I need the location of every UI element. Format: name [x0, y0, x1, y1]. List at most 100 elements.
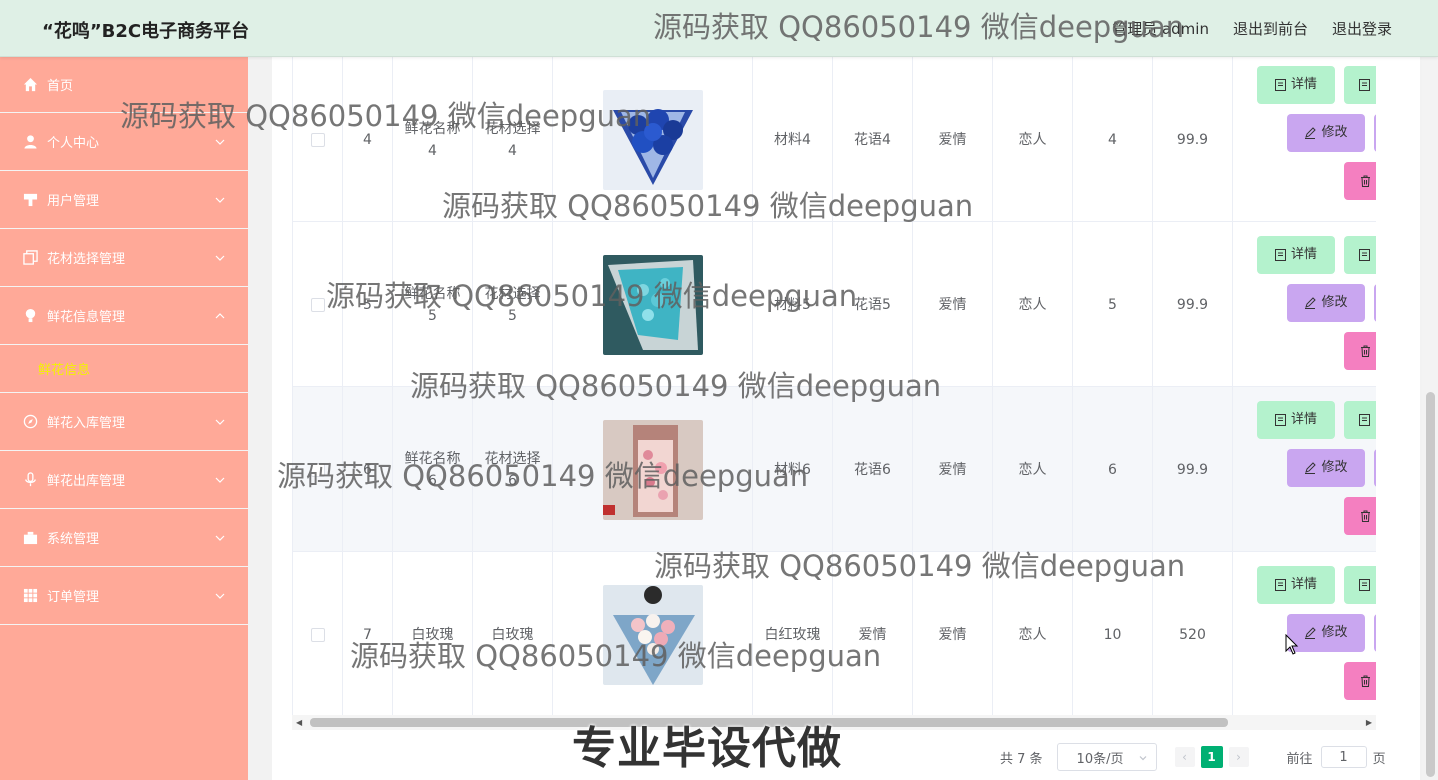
document-icon: [1274, 579, 1286, 591]
cell-id: 6: [343, 387, 393, 552]
cell-target: 恋人: [993, 387, 1073, 552]
delete-button[interactable]: [1344, 497, 1376, 535]
logout-link[interactable]: 退出登录: [1332, 18, 1392, 39]
cell-theme: 爱情: [913, 222, 993, 387]
cell-material: 材料5: [753, 222, 833, 387]
edit-button-2[interactable]: [1374, 284, 1376, 322]
chevron-up-icon: [215, 312, 225, 318]
cell-material-select: 花材选择 4: [473, 57, 553, 222]
delete-button[interactable]: [1344, 662, 1376, 700]
sidebar-item-stock-in-management[interactable]: 鲜花入库管理: [0, 393, 248, 451]
table-row: 7 白玫瑰 白玫瑰 白红玫瑰 爱情 爱情 恋人 10 520 详情 修改: [293, 552, 1376, 715]
page-scrollbar-thumb[interactable]: [1426, 392, 1435, 777]
detail-button-2[interactable]: [1344, 401, 1376, 439]
detail-button[interactable]: 详情: [1257, 66, 1335, 104]
sidebar-item-system-management[interactable]: 系统管理: [0, 509, 248, 567]
flower-table: 4 鲜花名称 4 花材选择 4 材料4 花语4 爱情 恋人 4 99.9 详情 …: [292, 57, 1376, 715]
pencil-icon: [1305, 127, 1317, 139]
compass-icon: [22, 414, 38, 430]
detail-button[interactable]: 详情: [1257, 566, 1335, 604]
page-number-active[interactable]: 1: [1200, 746, 1223, 768]
delete-button[interactable]: [1344, 162, 1376, 200]
chevron-down-icon: [215, 139, 225, 145]
edit-button-label: 修改: [1321, 460, 1348, 475]
chevron-down-icon: [215, 535, 225, 541]
next-page-button[interactable]: ›: [1228, 747, 1249, 767]
top-header: “花鸣”B2C电子商务平台 管理员 admin 退出到前台 退出登录: [0, 0, 1438, 57]
page-size-select[interactable]: 10条/页: [1056, 743, 1157, 771]
sidebar-item-label: 首页: [47, 79, 74, 94]
goto-label: 前往: [1286, 751, 1313, 767]
flower-image: [602, 584, 703, 685]
chevron-down-icon: [215, 255, 225, 261]
page-scrollbar[interactable]: [1422, 57, 1438, 780]
page-size-value: 10条/页: [1076, 751, 1124, 767]
chevron-down-icon: [215, 477, 225, 483]
exit-to-front-link[interactable]: 退出到前台: [1233, 18, 1308, 39]
scroll-left-icon[interactable]: ◀: [296, 718, 302, 727]
cell-flower-language: 爱情: [833, 552, 913, 715]
cell-material: 白红玫瑰: [753, 552, 833, 715]
detail-button-2[interactable]: [1344, 236, 1376, 274]
prev-page-button[interactable]: ‹: [1174, 747, 1195, 767]
scroll-right-icon[interactable]: ▶: [1366, 718, 1372, 727]
page-unit-label: 页: [1372, 751, 1386, 767]
sidebar-item-label: 用户管理: [47, 194, 100, 209]
detail-button-label: 详情: [1290, 247, 1317, 262]
cell-theme: 爱情: [913, 387, 993, 552]
header-actions: 管理员 admin 退出到前台 退出登录: [1112, 18, 1392, 39]
cell-flower-language: 花语4: [833, 57, 913, 222]
mic-icon: [22, 472, 38, 488]
row-checkbox[interactable]: [310, 627, 325, 642]
cell-material-select: 白玫瑰: [473, 552, 553, 715]
goto-page-input[interactable]: 1: [1320, 746, 1367, 768]
row-checkbox[interactable]: [310, 462, 325, 477]
cell-id: 4: [343, 57, 393, 222]
detail-button-label: 详情: [1290, 77, 1317, 92]
detail-button[interactable]: 详情: [1257, 236, 1335, 274]
detail-button-label: 详情: [1290, 412, 1317, 427]
main-content: 4 鲜花名称 4 花材选择 4 材料4 花语4 爱情 恋人 4 99.9 详情 …: [248, 57, 1438, 780]
edit-button-2[interactable]: [1374, 449, 1376, 487]
edit-button-2[interactable]: [1374, 614, 1376, 652]
sidebar-item-order-management[interactable]: 订单管理: [0, 567, 248, 625]
sidebar-item-material-management[interactable]: 花材选择管理: [0, 229, 248, 287]
edit-button[interactable]: 修改: [1287, 284, 1365, 322]
row-checkbox[interactable]: [310, 297, 325, 312]
detail-button-2[interactable]: [1344, 566, 1376, 604]
sidebar-item-label: 鲜花出库管理: [47, 474, 126, 489]
sidebar-menu: 首页 个人中心 用户管理 花材选择管理 鲜花信息管理 鲜花信息 鲜花入库管理 鲜…: [0, 57, 248, 780]
flower-image: [602, 89, 703, 190]
trash-icon: [1361, 345, 1370, 357]
sidebar-item-label: 系统管理: [47, 532, 100, 547]
brand-title: “花鸣”B2C电子商务平台: [42, 21, 250, 42]
chevron-down-icon: [215, 593, 225, 599]
cell-stock: 4: [1073, 57, 1153, 222]
edit-button[interactable]: 修改: [1287, 449, 1365, 487]
sidebar-item-user-management[interactable]: 用户管理: [0, 171, 248, 229]
trash-icon: [1361, 175, 1370, 187]
edit-button-label: 修改: [1321, 295, 1348, 310]
sidebar-item-stock-out-management[interactable]: 鲜花出库管理: [0, 451, 248, 509]
row-checkbox[interactable]: [310, 132, 325, 147]
document-icon: [1274, 79, 1286, 91]
delete-button[interactable]: [1344, 332, 1376, 370]
chevron-down-icon: [1139, 756, 1146, 761]
sidebar-item-flower-info-management[interactable]: 鲜花信息管理: [0, 287, 248, 345]
edit-button-label: 修改: [1321, 625, 1348, 640]
table-panel: 4 鲜花名称 4 花材选择 4 材料4 花语4 爱情 恋人 4 99.9 详情 …: [272, 57, 1420, 780]
submenu-item-flower-info[interactable]: 鲜花信息: [0, 345, 248, 393]
mouse-cursor-icon: [1285, 634, 1299, 655]
detail-button-2[interactable]: [1344, 66, 1376, 104]
detail-button[interactable]: 详情: [1257, 401, 1335, 439]
table-row: 6 鲜花名称 6 花材选择 6 材料6 花语6 爱情 恋人 6 99.9 详情 …: [293, 387, 1376, 552]
edit-button[interactable]: 修改: [1287, 114, 1365, 152]
admin-label: 管理员 admin: [1112, 20, 1209, 38]
cell-material-select: 花材选择 5: [473, 222, 553, 387]
cell-stock: 5: [1073, 222, 1153, 387]
table-row: 5 鲜花名称 5 花材选择 5 材料5 花语5 爱情 恋人 5 99.9 详情 …: [293, 222, 1376, 387]
edit-button-2[interactable]: [1374, 114, 1376, 152]
pagination: 共 7 条 10条/页 ‹ 1 › 前往 1 页: [1000, 743, 1386, 771]
sidebar-item-home[interactable]: 首页: [0, 57, 248, 113]
sidebar-item-personal-center[interactable]: 个人中心: [0, 113, 248, 171]
